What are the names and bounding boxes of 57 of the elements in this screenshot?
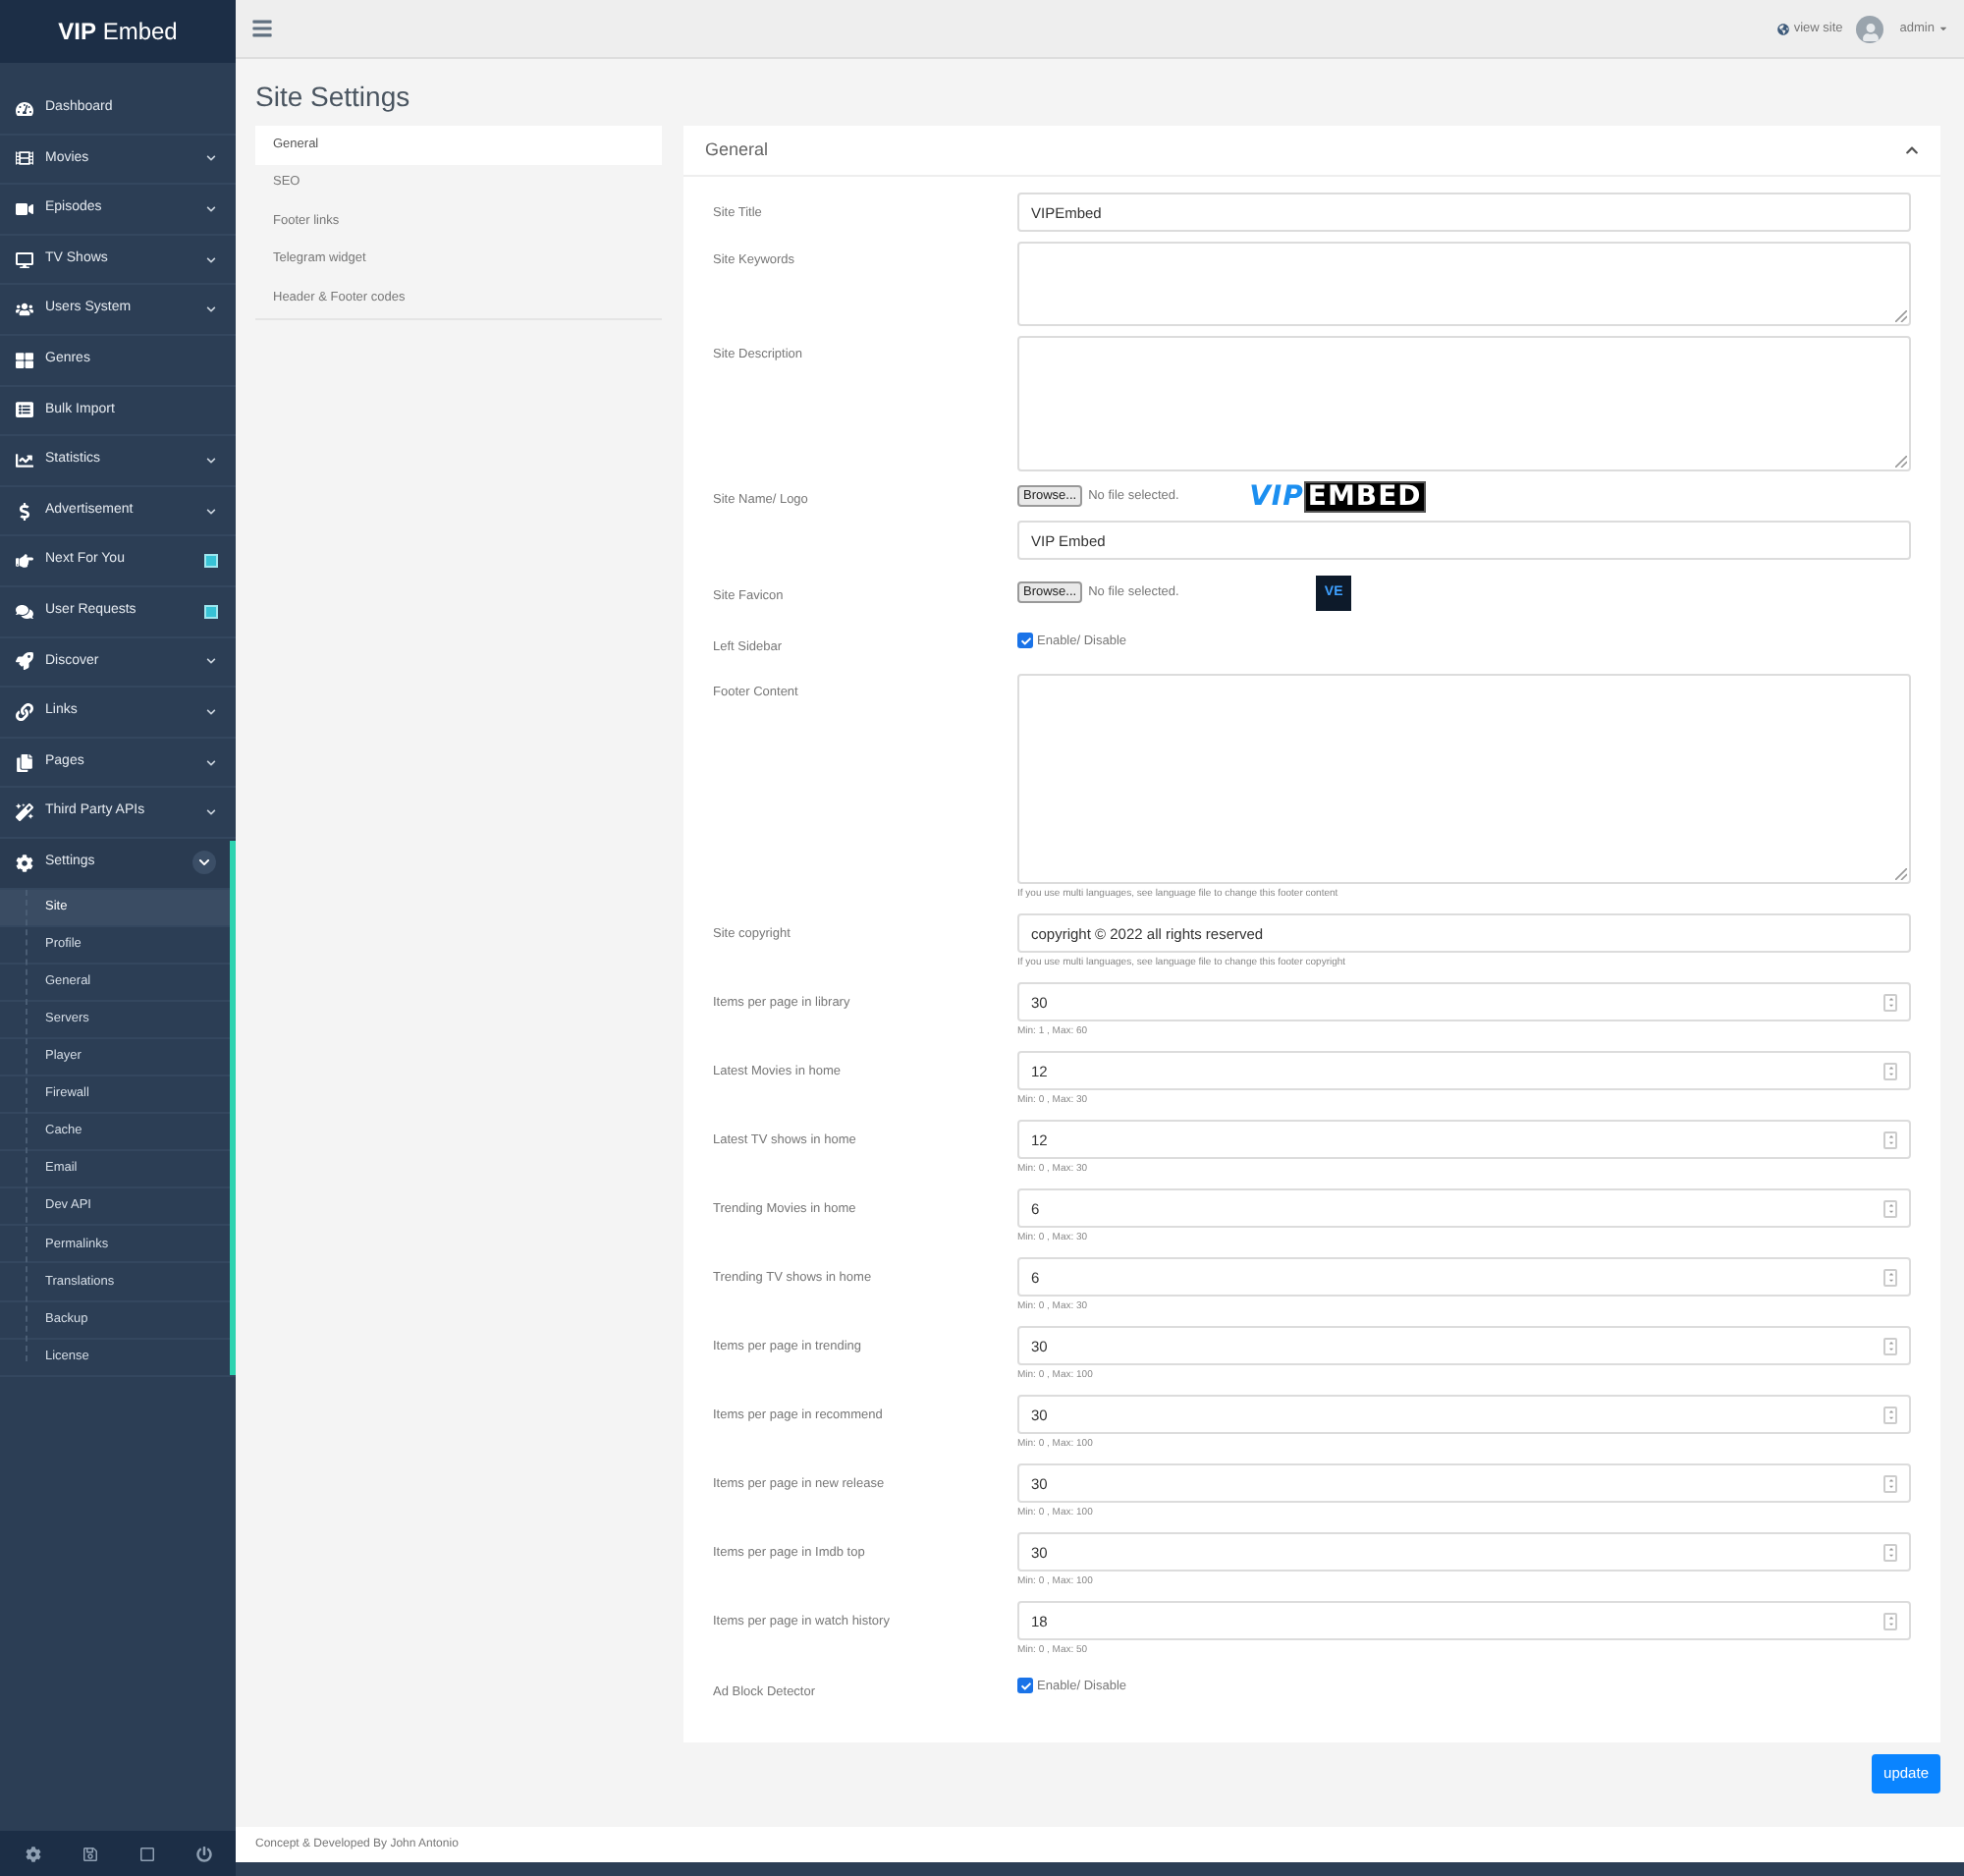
- text-area[interactable]: [1017, 336, 1911, 471]
- chevron-down-icon: [206, 757, 216, 768]
- logo-preview: VIP EMBED: [1249, 480, 1426, 512]
- chevron-down-icon: [192, 851, 216, 875]
- spinner-icon[interactable]: [1883, 1543, 1897, 1561]
- rocket-icon: [16, 652, 33, 671]
- menu-icon[interactable]: [251, 18, 273, 39]
- spinner-icon[interactable]: [1883, 1062, 1897, 1079]
- spinner-icon[interactable]: [1883, 1406, 1897, 1423]
- video-camera-icon: [16, 199, 33, 218]
- spinner-icon[interactable]: [1883, 1474, 1897, 1492]
- gauge-icon: [16, 99, 33, 118]
- spinner-icon[interactable]: [1883, 1268, 1897, 1286]
- grid-icon: [16, 351, 33, 369]
- speech-bubbles-icon: [16, 602, 33, 621]
- card-title: General: [705, 137, 771, 163]
- user-avatar[interactable]: [1856, 15, 1884, 42]
- collapse-icon[interactable]: [1905, 143, 1919, 157]
- pointing-hand-icon: [16, 552, 33, 571]
- resize-grip-icon[interactable]: [1895, 868, 1907, 880]
- text-area[interactable]: [1017, 242, 1911, 326]
- chevron-down-icon: [206, 153, 216, 164]
- caret-icon[interactable]: [1938, 24, 1948, 33]
- text-area[interactable]: [1017, 674, 1911, 884]
- checkbox[interactable]: [1017, 1678, 1033, 1693]
- spinner-icon[interactable]: [1883, 1131, 1897, 1148]
- chevron-down-icon: [206, 304, 216, 315]
- chevron-down-icon: [206, 807, 216, 818]
- settings-icon: [16, 854, 33, 872]
- wand-icon: [16, 803, 33, 822]
- settings-icon[interactable]: [25, 1846, 40, 1861]
- copy-icon: [16, 753, 33, 772]
- monitor-icon: [16, 250, 33, 269]
- film-icon: [16, 149, 33, 168]
- save-icon[interactable]: [82, 1846, 97, 1861]
- chevron-down-icon: [206, 656, 216, 667]
- spinner-icon[interactable]: [1883, 1337, 1897, 1354]
- page-title: Site Settings: [255, 79, 410, 116]
- chevron-down-icon: [206, 455, 216, 466]
- resize-grip-icon[interactable]: [1895, 310, 1907, 322]
- checkbox[interactable]: [1017, 633, 1033, 648]
- link-icon: [16, 702, 33, 721]
- spinner-icon[interactable]: [1883, 1612, 1897, 1629]
- chevron-down-icon: [206, 203, 216, 214]
- spinner-icon[interactable]: [1883, 1199, 1897, 1217]
- chevron-down-icon: [206, 706, 216, 717]
- line-chart-icon: [16, 451, 33, 469]
- spinner-icon[interactable]: [1883, 993, 1897, 1011]
- chevron-down-icon: [206, 254, 216, 265]
- brand-logo[interactable]: VIP Embed: [58, 14, 178, 49]
- dollar-icon: [16, 502, 33, 521]
- users-icon: [16, 301, 33, 319]
- globe-icon: [1777, 23, 1790, 34]
- chevron-down-icon: [206, 506, 216, 517]
- list-icon: [16, 401, 33, 419]
- power-icon[interactable]: [195, 1846, 211, 1861]
- resize-grip-icon[interactable]: [1895, 456, 1907, 468]
